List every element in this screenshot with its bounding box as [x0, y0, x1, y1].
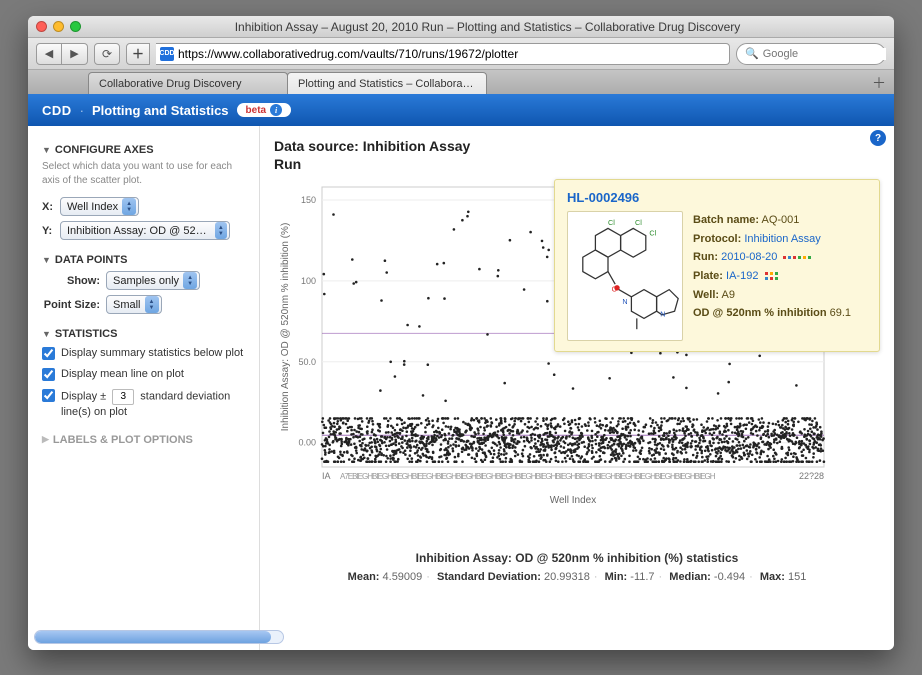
- browser-toolbar: ◀ ▶ ⟳ ＋ CDD 🔍: [28, 38, 894, 70]
- scatter-plot[interactable]: 0.00 50.0 100 150 Inhibition Assay: OD @ 520…: [274, 179, 880, 509]
- stats-title: Inhibition Assay: OD @ 520nm % inhibitio…: [274, 551, 880, 565]
- checkbox-input[interactable]: [42, 368, 55, 381]
- search-icon: 🔍: [745, 47, 759, 60]
- sidebar: ▼ CONFIGURE AXES Select which data you w…: [28, 126, 260, 650]
- svg-text:O: O: [612, 284, 618, 293]
- new-tab-button[interactable]: ＋: [870, 74, 888, 92]
- beta-badge: beta i: [237, 103, 292, 117]
- titlebar: Inhibition Assay – August 20, 2010 Run –…: [28, 16, 894, 38]
- url-input[interactable]: [178, 47, 725, 61]
- select-stepper-icon: ▲▼: [183, 272, 197, 289]
- reload-button[interactable]: ⟳: [94, 43, 120, 65]
- window-minimize-button[interactable]: [53, 21, 64, 32]
- add-bookmark-button[interactable]: ＋: [126, 43, 150, 65]
- window-zoom-button[interactable]: [70, 21, 81, 32]
- url-bar[interactable]: CDD: [156, 43, 730, 65]
- svg-text:0.00: 0.00: [298, 438, 316, 448]
- datapoint-tooltip: HL-0002496: [554, 179, 880, 352]
- section-configure-axes[interactable]: ▼ CONFIGURE AXES: [42, 144, 245, 156]
- brand[interactable]: CDD: [42, 103, 72, 118]
- molecule-structure: Cl Cl Cl O N N: [567, 211, 683, 341]
- separator-dot: ·: [80, 103, 84, 118]
- section-labels-options[interactable]: ▶ LABELS & PLOT OPTIONS: [42, 434, 245, 446]
- checkbox-sd-lines[interactable]: Display ± standard deviation line(s) on …: [42, 388, 245, 420]
- svg-text:A7EBIEGHBIEGHBIEGHBIEEGHBIEGHB: A7EBIEGHBIEGHBIEGHBIEEGHBIEGHBIEGHBIEGHB…: [340, 472, 716, 481]
- select-stepper-icon: ▲▼: [215, 222, 227, 239]
- select-stepper-icon: ▲▼: [122, 198, 136, 215]
- tab-bar: Collaborative Drug Discovery Plotting an…: [28, 70, 894, 94]
- tab-cdd-home[interactable]: Collaborative Drug Discovery: [88, 72, 288, 94]
- y-axis-row: Y: Inhibition Assay: OD @ 520nm % ▲▼: [42, 221, 245, 240]
- data-source-title: Data source: Inhibition Assay Run: [274, 138, 880, 173]
- checkbox-mean-line[interactable]: Display mean line on plot: [42, 367, 245, 382]
- svg-text:Well Index: Well Index: [550, 495, 597, 506]
- svg-text:150: 150: [301, 195, 316, 205]
- run-mini-icons[interactable]: [783, 256, 811, 259]
- run-link[interactable]: 2010-08-20: [721, 251, 777, 263]
- disclosure-triangle-icon: ▼: [42, 255, 51, 265]
- window-title: Inhibition Assay – August 20, 2010 Run –…: [89, 20, 886, 34]
- stats-row: Mean: 4.59009· Standard Deviation: 20.99…: [274, 571, 880, 583]
- traffic-lights: [36, 21, 81, 32]
- app-header: CDD · Plotting and Statistics beta i: [28, 94, 894, 126]
- x-axis-label: X:: [42, 201, 60, 213]
- protocol-link[interactable]: Inhibition Assay: [744, 233, 820, 245]
- y-axis-label: Y:: [42, 225, 60, 237]
- checkbox-input[interactable]: [42, 347, 55, 360]
- svg-text:50.0: 50.0: [298, 357, 316, 367]
- svg-text:N: N: [622, 297, 627, 306]
- tab-plotting[interactable]: Plotting and Statistics – Collabora…: [287, 72, 487, 94]
- show-row: Show: Samples only ▲▼: [42, 271, 245, 290]
- point-size-row: Point Size: Small ▲▼: [42, 295, 245, 314]
- sd-count-input[interactable]: [112, 389, 134, 405]
- checkbox-input[interactable]: [42, 389, 55, 402]
- svg-text:100: 100: [301, 276, 316, 286]
- main-panel: ? Data source: Inhibition Assay Run 0.00…: [260, 126, 894, 650]
- search-bar[interactable]: 🔍: [736, 43, 886, 65]
- tooltip-details: Batch name: AQ-001 Protocol: Inhibition …: [693, 211, 851, 341]
- svg-text:Cl: Cl: [649, 229, 656, 238]
- select-stepper-icon: ▲▼: [145, 296, 159, 313]
- forward-button[interactable]: ▶: [62, 43, 88, 65]
- section-data-points[interactable]: ▼ DATA POINTS: [42, 254, 245, 266]
- point-size-label: Point Size:: [42, 299, 106, 311]
- plate-link[interactable]: IA-192: [726, 270, 758, 282]
- x-axis-select[interactable]: Well Index ▲▼: [60, 197, 139, 216]
- disclosure-triangle-icon: ▶: [42, 434, 49, 445]
- section-statistics[interactable]: ▼ STATISTICS: [42, 328, 245, 340]
- favicon: CDD: [160, 47, 174, 61]
- scrollbar-thumb[interactable]: [35, 631, 271, 643]
- svg-text:Cl: Cl: [608, 218, 615, 227]
- molecule-svg: Cl Cl Cl O N N: [572, 216, 680, 338]
- svg-text:22?28: 22?28: [799, 471, 824, 481]
- page-title: Plotting and Statistics: [92, 103, 229, 118]
- x-axis-row: X: Well Index ▲▼: [42, 197, 245, 216]
- svg-text:Inhibition Assay: OD @ 520nm %: Inhibition Assay: OD @ 520nm % inhibitio…: [280, 223, 291, 432]
- search-input[interactable]: [763, 48, 886, 60]
- plate-mini-icons[interactable]: [765, 272, 779, 280]
- disclosure-triangle-icon: ▼: [42, 329, 51, 339]
- help-button[interactable]: ?: [870, 130, 886, 146]
- window-close-button[interactable]: [36, 21, 47, 32]
- tooltip-compound-id[interactable]: HL-0002496: [567, 190, 867, 205]
- svg-text:IA: IA: [322, 471, 331, 481]
- y-axis-select[interactable]: Inhibition Assay: OD @ 520nm % ▲▼: [60, 221, 230, 240]
- back-button[interactable]: ◀: [36, 43, 62, 65]
- disclosure-triangle-icon: ▼: [42, 145, 51, 155]
- summary-statistics: Inhibition Assay: OD @ 520nm % inhibitio…: [274, 551, 880, 583]
- page: CDD · Plotting and Statistics beta i ▼ C…: [28, 94, 894, 650]
- checkbox-summary-stats[interactable]: Display summary statistics below plot: [42, 346, 245, 361]
- info-icon[interactable]: i: [270, 104, 282, 116]
- svg-text:N: N: [660, 310, 665, 319]
- content: ▼ CONFIGURE AXES Select which data you w…: [28, 126, 894, 650]
- show-select[interactable]: Samples only ▲▼: [106, 271, 200, 290]
- show-label: Show:: [42, 275, 106, 287]
- configure-subtitle: Select which data you want to use for ea…: [42, 160, 245, 187]
- point-size-select[interactable]: Small ▲▼: [106, 295, 162, 314]
- nav-buttons: ◀ ▶: [36, 43, 88, 65]
- browser-window: Inhibition Assay – August 20, 2010 Run –…: [28, 16, 894, 650]
- svg-text:Cl: Cl: [635, 218, 642, 227]
- horizontal-scrollbar[interactable]: [34, 630, 284, 644]
